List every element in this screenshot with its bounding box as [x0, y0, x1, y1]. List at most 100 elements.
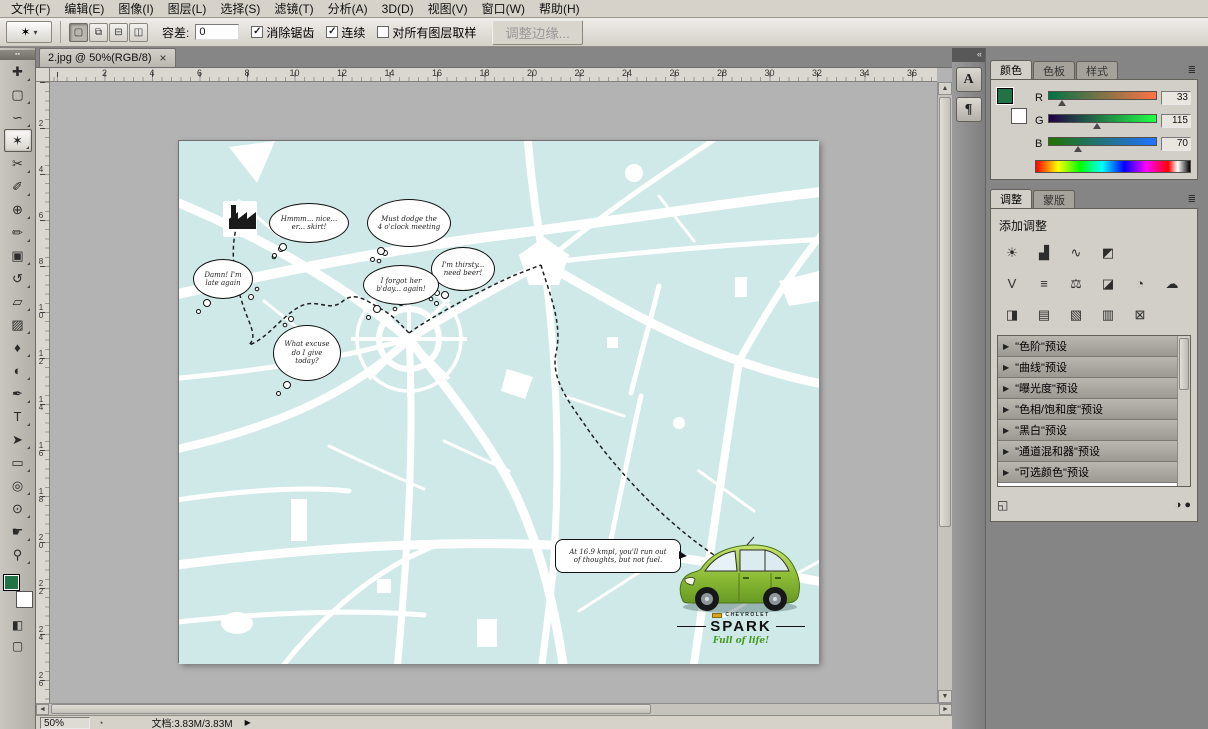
- channel-value-field[interactable]: 70: [1161, 137, 1191, 151]
- foreground-color-swatch[interactable]: [997, 88, 1013, 104]
- crop-tool[interactable]: ✂: [4, 152, 32, 175]
- type-tool[interactable]: T: [4, 405, 32, 428]
- vertical-scrollbar[interactable]: ▲ ▼: [937, 82, 952, 703]
- curves-button[interactable]: ∿: [1063, 242, 1089, 263]
- screen-mode-button[interactable]: ▢: [4, 635, 32, 656]
- horizontal-scrollbar[interactable]: ◄ ►: [36, 703, 952, 715]
- blur-tool[interactable]: ♦: [4, 336, 32, 359]
- tolerance-input[interactable]: 0: [195, 24, 239, 40]
- adjustments-panel-tab-1[interactable]: 蒙版: [1033, 190, 1075, 208]
- contiguous-checkbox[interactable]: ✓连续: [326, 24, 365, 41]
- preset-item[interactable]: ▶"曲线"预设: [998, 357, 1177, 378]
- gradient-tool[interactable]: ▨: [4, 313, 32, 336]
- slider-thumb[interactable]: [1058, 100, 1066, 106]
- color-balance-button[interactable]: ⚖: [1063, 273, 1089, 294]
- preset-scroll-thumb[interactable]: [1179, 338, 1189, 390]
- hand-tool[interactable]: ☛: [4, 520, 32, 543]
- paragraph-panel-button[interactable]: ¶: [956, 97, 982, 122]
- black-white-button[interactable]: ◪: [1095, 273, 1121, 294]
- zoom-level-field[interactable]: 50%: [40, 717, 90, 729]
- pen-tool[interactable]: ✒: [4, 382, 32, 405]
- panel-menu-icon[interactable]: ≣: [1188, 194, 1196, 205]
- scroll-left-icon[interactable]: ◄: [36, 704, 49, 715]
- canvas-viewport[interactable]: Hmmm... nice... er... skirt!Must dodge t…: [50, 82, 937, 703]
- intersect-selection-button[interactable]: ◫: [129, 23, 148, 42]
- invert-button[interactable]: ◨: [999, 304, 1025, 325]
- ruler-corner[interactable]: [36, 68, 50, 82]
- channel-mixer-button[interactable]: ☁: [1159, 273, 1185, 294]
- brush-tool[interactable]: ✏: [4, 221, 32, 244]
- subtract-from-selection-button[interactable]: ⊟: [109, 23, 128, 42]
- preset-scrollbar[interactable]: [1177, 336, 1190, 486]
- menu-item[interactable]: 窗口(W): [475, 0, 532, 18]
- zoom-tool[interactable]: ⚲: [4, 543, 32, 566]
- horizontal-ruler[interactable]: 24681012141618202224262830323436: [50, 68, 937, 82]
- menu-item[interactable]: 帮助(H): [532, 0, 587, 18]
- background-color-swatch[interactable]: [16, 591, 33, 608]
- move-tool[interactable]: ✚: [4, 60, 32, 83]
- slider-thumb[interactable]: [1093, 123, 1101, 129]
- status-menu-arrow-icon[interactable]: ▶: [245, 718, 251, 727]
- color-panel-tab-0[interactable]: 颜色: [990, 60, 1032, 79]
- expand-arrow-icon[interactable]: ▶: [1003, 342, 1009, 351]
- shape-tool[interactable]: ▭: [4, 451, 32, 474]
- clone-stamp-tool[interactable]: ▣: [4, 244, 32, 267]
- menu-item[interactable]: 图层(L): [161, 0, 214, 18]
- foreground-color-swatch[interactable]: [3, 574, 20, 591]
- photo-filter-button[interactable]: ◔: [1127, 273, 1153, 294]
- eyedropper-tool[interactable]: ✐: [4, 175, 32, 198]
- expand-arrow-icon[interactable]: ▶: [1003, 447, 1009, 456]
- dodge-tool[interactable]: ◐: [4, 359, 32, 382]
- menu-item[interactable]: 3D(D): [375, 1, 421, 17]
- character-panel-button[interactable]: A: [956, 67, 982, 92]
- expand-arrow-icon[interactable]: ▶: [1003, 426, 1009, 435]
- expand-arrow-icon[interactable]: ▶: [1003, 363, 1009, 372]
- canvas-image[interactable]: Hmmm... nice... er... skirt!Must dodge t…: [178, 140, 818, 663]
- 3d-orbit-tool[interactable]: ⊙: [4, 497, 32, 520]
- channel-value-field[interactable]: 33: [1161, 91, 1191, 105]
- menu-item[interactable]: 图像(I): [111, 0, 160, 18]
- channel-value-field[interactable]: 115: [1161, 114, 1191, 128]
- tool-preset-picker[interactable]: ✶ ▾: [6, 21, 52, 43]
- history-brush-tool[interactable]: ↺: [4, 267, 32, 290]
- hue-saturation-button[interactable]: ≡: [1031, 273, 1057, 294]
- healing-brush-tool[interactable]: ⊕: [4, 198, 32, 221]
- preset-item[interactable]: ▶"曝光度"预设: [998, 378, 1177, 399]
- preset-item[interactable]: ▶"色阶"预设: [998, 336, 1177, 357]
- sample-all-layers-checkbox[interactable]: 对所有图层取样: [377, 24, 476, 41]
- collapse-dock-button[interactable]: «: [952, 48, 985, 62]
- channel-slider-r[interactable]: [1048, 90, 1157, 106]
- document-tab[interactable]: 2.jpg @ 50%(RGB/8) ×: [39, 48, 176, 67]
- slider-thumb[interactable]: [1074, 146, 1082, 152]
- clip-adjustment-icons[interactable]: ◑ ●: [1175, 499, 1191, 511]
- gradient-map-button[interactable]: ▥: [1095, 304, 1121, 325]
- brightness-contrast-button[interactable]: ☀: [999, 242, 1025, 263]
- lasso-tool[interactable]: ∽: [4, 106, 32, 129]
- path-selection-tool[interactable]: ➤: [4, 428, 32, 451]
- new-selection-button[interactable]: ▢: [69, 23, 88, 42]
- menu-item[interactable]: 编辑(E): [57, 0, 111, 18]
- expand-arrow-icon[interactable]: ▶: [1003, 468, 1009, 477]
- vertical-scroll-thumb[interactable]: [939, 97, 951, 527]
- 3d-rotate-tool[interactable]: ◎: [4, 474, 32, 497]
- scroll-right-icon[interactable]: ►: [939, 704, 952, 715]
- anti-alias-checkbox[interactable]: ✓消除锯齿: [251, 24, 314, 41]
- eraser-tool[interactable]: ▱: [4, 290, 32, 313]
- expand-arrow-icon[interactable]: ▶: [1003, 405, 1009, 414]
- preset-item[interactable]: ▶"色相/饱和度"预设: [998, 399, 1177, 420]
- scroll-up-icon[interactable]: ▲: [938, 82, 952, 95]
- channel-slider-g[interactable]: [1048, 113, 1157, 129]
- preset-item[interactable]: ▶"黑白"预设: [998, 420, 1177, 441]
- color-panel-tab-2[interactable]: 样式: [1076, 61, 1118, 79]
- scroll-down-icon[interactable]: ▼: [938, 690, 952, 703]
- threshold-button[interactable]: ▧: [1063, 304, 1089, 325]
- color-panel-tab-1[interactable]: 色板: [1033, 61, 1075, 79]
- vertical-ruler[interactable]: 2468101214161820222426: [36, 82, 50, 703]
- menu-item[interactable]: 视图(V): [421, 0, 475, 18]
- preset-item[interactable]: ▶"通道混和器"预设: [998, 441, 1177, 462]
- magic-wand-tool[interactable]: ✶: [4, 129, 32, 152]
- selective-color-button[interactable]: ⊠: [1127, 304, 1153, 325]
- toolbar-grip[interactable]: ▪▪: [0, 50, 35, 60]
- add-to-selection-button[interactable]: ⧉: [89, 23, 108, 42]
- preset-item[interactable]: ▶"可选颜色"预设: [998, 462, 1177, 483]
